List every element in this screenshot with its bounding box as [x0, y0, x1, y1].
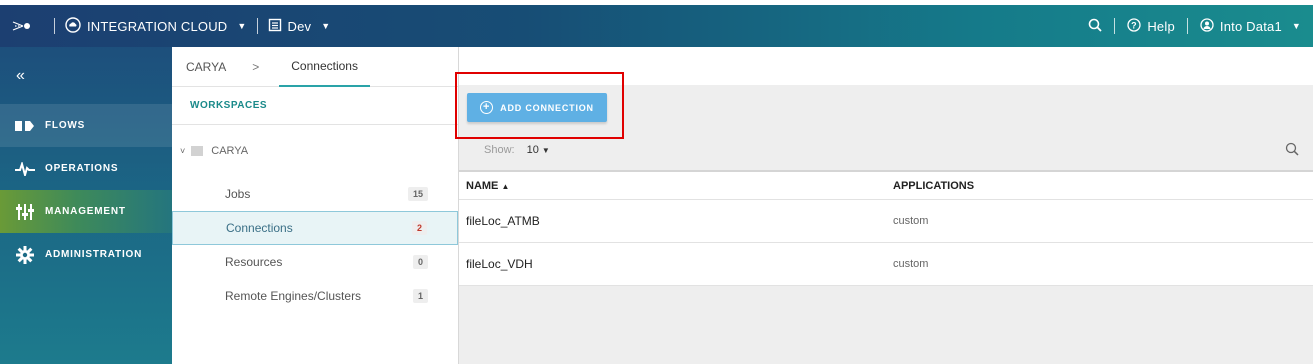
sort-ascending-icon: ▲: [501, 181, 510, 191]
table-row[interactable]: fileLoc_ATMB custom: [459, 200, 1313, 243]
environment-icon: [268, 18, 282, 35]
column-header-applications[interactable]: APPLICATIONS: [893, 180, 1313, 192]
help-link[interactable]: ? Help: [1127, 17, 1175, 35]
workspaces-panel: CARYA > Connections WORKSPACES ˅ CARYA J…: [172, 47, 459, 364]
chevron-down-icon: ▼: [237, 21, 247, 31]
nav-item-flows[interactable]: FLOWS: [0, 104, 172, 147]
gear-icon: [15, 245, 35, 264]
chevron-down-icon[interactable]: ˅: [180, 146, 185, 156]
connection-application: custom: [893, 258, 929, 270]
count-badge: 15: [407, 187, 428, 201]
chevron-down-icon: ▼: [541, 146, 550, 155]
user-menu[interactable]: Into Data1 ▼: [1200, 17, 1301, 35]
user-name: Into Data1: [1219, 18, 1282, 34]
cloud-icon: [65, 16, 81, 36]
search-icon[interactable]: [1088, 18, 1102, 35]
workspace-item-label: Resources: [225, 255, 283, 269]
header-divider: [54, 18, 55, 34]
pulse-icon: [15, 161, 35, 177]
breadcrumb-current: Connections: [279, 47, 370, 87]
header-divider: [256, 18, 258, 34]
help-label: Help: [1147, 18, 1175, 34]
product-switcher[interactable]: INTEGRATION CLOUD ▼: [65, 16, 247, 36]
connection-application: custom: [893, 215, 929, 227]
folder-icon: [191, 146, 204, 156]
help-icon: ?: [1127, 17, 1141, 35]
chevron-down-icon: ▼: [1291, 21, 1301, 31]
sliders-icon: [15, 203, 35, 220]
search-icon[interactable]: [1285, 142, 1299, 159]
header-divider: [1186, 18, 1188, 34]
environment-name: Dev: [287, 18, 312, 34]
left-nav: « FLOWS OPERATIONS MANAGEMENT ADMINISTRA…: [0, 47, 172, 364]
product-name: INTEGRATION CLOUD: [87, 18, 228, 34]
workspace-item-label: Connections: [226, 221, 293, 235]
nav-label: FLOWS: [45, 120, 86, 131]
nav-item-management[interactable]: MANAGEMENT: [0, 190, 172, 233]
connections-table: NAME ▲ APPLICATIONS fileLoc_ATMB custom …: [459, 172, 1313, 286]
workspace-item-resources[interactable]: Resources 0: [172, 245, 458, 279]
breadcrumb: CARYA > Connections: [172, 47, 458, 87]
highlight-box: [455, 72, 624, 139]
nav-item-operations[interactable]: OPERATIONS: [0, 147, 172, 190]
table-row[interactable]: fileLoc_VDH custom: [459, 243, 1313, 286]
table-header: NAME ▲ APPLICATIONS: [459, 172, 1313, 200]
svg-text:?: ?: [1131, 20, 1137, 30]
workspaces-title: WORKSPACES: [172, 87, 458, 125]
workspace-item-label: Jobs: [225, 187, 251, 201]
workspace-item-remote-engines[interactable]: Remote Engines/Clusters 1: [172, 279, 458, 313]
chevron-down-icon: ▼: [321, 21, 331, 31]
count-badge: 1: [412, 289, 428, 303]
environment-switcher[interactable]: Dev ▼: [268, 18, 331, 35]
flows-icon: [15, 118, 35, 134]
connection-name[interactable]: fileLoc_VDH: [459, 257, 893, 271]
header-divider: [1114, 18, 1116, 34]
workspace-tree-root[interactable]: ˅ CARYA: [172, 125, 458, 177]
nav-label: ADMINISTRATION: [45, 249, 143, 260]
page-size-select[interactable]: 10 ▼: [527, 144, 550, 156]
top-header: INTEGRATION CLOUD ▼ Dev ▼ ? Help Into Da…: [0, 5, 1313, 47]
nav-item-administration[interactable]: ADMINISTRATION: [0, 233, 172, 276]
user-icon: [1200, 17, 1214, 35]
workspace-item-label: Remote Engines/Clusters: [225, 289, 362, 303]
logo-icon[interactable]: [0, 19, 44, 33]
nav-label: OPERATIONS: [45, 163, 119, 174]
nav-label: MANAGEMENT: [45, 206, 126, 217]
workspace-root-label: CARYA: [211, 145, 249, 157]
breadcrumb-separator: >: [252, 59, 260, 74]
column-header-name[interactable]: NAME ▲: [459, 180, 893, 192]
connection-name[interactable]: fileLoc_ATMB: [459, 214, 893, 228]
collapse-nav-button[interactable]: «: [0, 47, 172, 104]
breadcrumb-root[interactable]: CARYA: [186, 60, 226, 74]
count-badge: 0: [412, 255, 428, 269]
double-chevron-left-icon: «: [16, 66, 25, 84]
show-label: Show:: [484, 144, 515, 156]
workspace-item-connections[interactable]: Connections 2: [172, 211, 458, 245]
workspace-item-jobs[interactable]: Jobs 15: [172, 177, 458, 211]
count-badge: 2: [411, 221, 427, 235]
main-content: + ADD CONNECTION Show: 10 ▼ NAME ▲ APPLI…: [455, 47, 1313, 364]
